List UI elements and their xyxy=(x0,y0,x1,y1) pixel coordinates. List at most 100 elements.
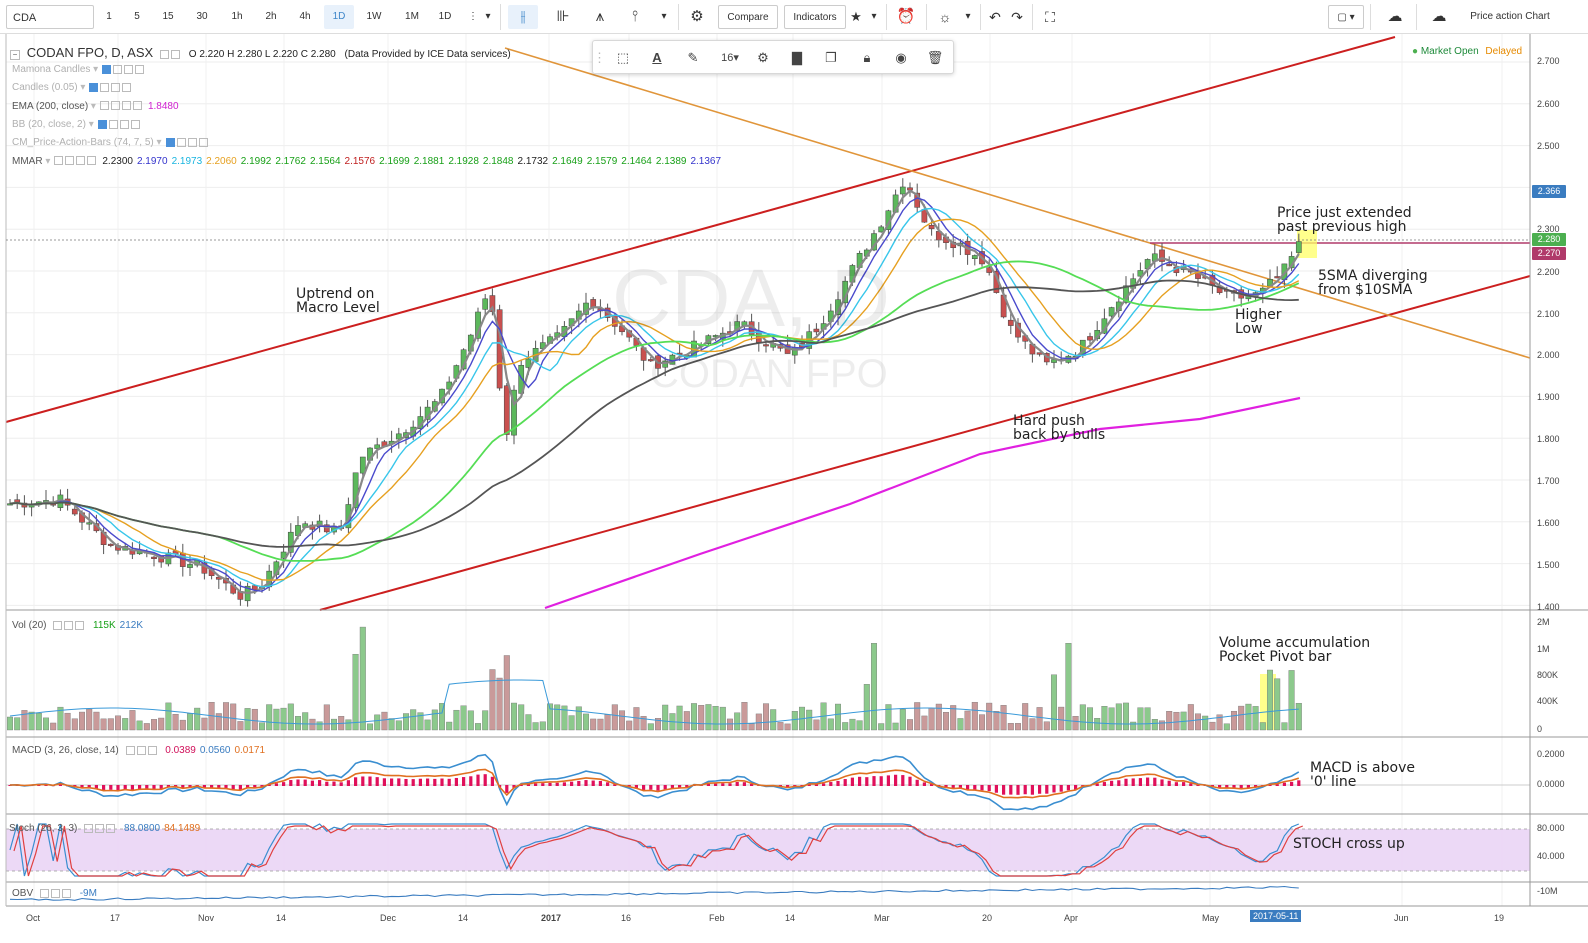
indicators-button[interactable]: Indicators xyxy=(784,5,846,29)
chevron-up-icon[interactable]: − xyxy=(10,50,20,60)
background-icon[interactable]: ▇ xyxy=(783,46,811,70)
indicator-name[interactable]: MMAR xyxy=(12,156,43,167)
font-size-select[interactable]: 16▾ xyxy=(713,46,747,70)
legend-settings-icon[interactable] xyxy=(176,138,186,148)
redo-icon[interactable]: ↷ xyxy=(1006,5,1028,29)
indicator-name[interactable]: Candles (0.05) xyxy=(12,82,78,93)
legend-close-icon[interactable] xyxy=(75,620,85,630)
legend-eye-icon[interactable] xyxy=(53,620,63,630)
legend-eye-icon[interactable] xyxy=(125,745,135,755)
interval-button-1d[interactable]: 1D xyxy=(432,5,458,29)
legend-close-icon[interactable] xyxy=(121,101,131,111)
legend-close-icon[interactable] xyxy=(76,156,86,166)
indicator-legend-row[interactable]: EMA (200, close) ▾ 1.8480 xyxy=(12,101,179,112)
indicator-name[interactable]: EMA (200, close) xyxy=(12,101,88,112)
chevron-down-icon[interactable]: ▾ xyxy=(43,156,50,167)
select-area-icon[interactable]: ⬚ xyxy=(609,46,637,70)
interval-button-5[interactable]: 5 xyxy=(126,5,148,29)
undo-icon[interactable]: ↶ xyxy=(984,5,1006,29)
eye-icon[interactable]: ◉ xyxy=(887,46,915,70)
legend-eye-icon[interactable] xyxy=(84,823,94,833)
legend-settings-icon[interactable] xyxy=(110,101,120,111)
interval-button-15[interactable]: 15 xyxy=(156,5,180,29)
indicator-legend-row[interactable]: BB (20, close, 2) ▾ xyxy=(12,119,142,130)
chevron-down-icon[interactable]: ▾ xyxy=(78,82,85,93)
legend-close-icon[interactable] xyxy=(106,823,116,833)
legend-eye-icon[interactable] xyxy=(102,64,112,74)
interval-button-4h[interactable]: 4h xyxy=(294,5,316,29)
symbol-title[interactable]: CODAN FPO, D, ASX xyxy=(27,45,153,60)
interval-button-30[interactable]: 30 xyxy=(190,5,214,29)
legend-settings-icon[interactable] xyxy=(100,83,110,93)
gear-icon[interactable]: ⚙ xyxy=(749,46,777,70)
indicator-legend-row[interactable]: CM_Price-Action-Bars (74, 7, 5) ▾ xyxy=(12,137,210,148)
pencil-icon[interactable]: ✎ xyxy=(679,46,707,70)
legend-settings-icon[interactable] xyxy=(170,49,180,59)
legend-more-icon[interactable] xyxy=(122,83,132,93)
text-color-icon[interactable]: A xyxy=(643,46,671,70)
interval-button-1d[interactable]: 1D xyxy=(324,5,354,29)
chart-canvas[interactable] xyxy=(0,34,1588,943)
legend-more-icon[interactable] xyxy=(198,138,208,148)
interval-button-1m[interactable]: 1M xyxy=(398,5,426,29)
fullscreen-icon[interactable]: ⛶ xyxy=(1038,5,1062,29)
legend-eye-icon[interactable] xyxy=(39,888,49,898)
legend-close-icon[interactable] xyxy=(187,138,197,148)
legend-more-icon[interactable] xyxy=(132,101,142,111)
drag-handle-icon[interactable]: ⋮ xyxy=(593,46,606,70)
clone-icon[interactable]: ❐ xyxy=(817,46,845,70)
annotation-hard-push[interactable]: Hard push back by bulls xyxy=(1013,414,1105,442)
chevron-down-icon[interactable]: ▾ xyxy=(88,101,96,112)
chevron-down-icon[interactable]: ▾ xyxy=(866,5,882,29)
symbol-search-input[interactable]: CDA xyxy=(6,5,94,29)
legend-eye-icon[interactable] xyxy=(54,156,64,166)
alert-icon[interactable]: ⏰ xyxy=(892,5,920,29)
legend-settings-icon[interactable] xyxy=(64,620,74,630)
lightbulb-icon[interactable]: ☼ xyxy=(932,5,958,29)
annotation-macd[interactable]: MACD is above '0' line xyxy=(1310,761,1415,789)
layout-name-button[interactable]: Price action Chart xyxy=(1462,5,1558,29)
chart-area[interactable]: CDA, D CODAN FPO − CODAN FPO, D, ASX O 2… xyxy=(0,34,1588,943)
compare-button[interactable]: Compare xyxy=(718,5,778,29)
interval-button-1[interactable]: 1 xyxy=(100,5,118,29)
legend-settings-icon[interactable] xyxy=(108,119,118,129)
legend-close-icon[interactable] xyxy=(61,888,71,898)
macd-legend-title[interactable]: MACD (3, 26, close, 14) xyxy=(12,745,119,756)
legend-settings-icon[interactable] xyxy=(65,156,75,166)
legend-eye-icon[interactable] xyxy=(89,83,99,93)
legend-more-icon[interactable] xyxy=(130,119,140,129)
legend-close-icon[interactable] xyxy=(147,745,157,755)
star-icon[interactable]: ★ xyxy=(848,5,864,29)
stoch-legend-title[interactable]: Stoch (26, 3, 3) xyxy=(9,823,77,834)
vol-legend-title[interactable]: Vol (20) xyxy=(12,620,46,631)
interval-button-2h[interactable]: 2h xyxy=(260,5,282,29)
indicator-legend-row[interactable]: MMAR ▾ 2.2300 2.1970 2.1973 2.2060 2.1992 2.17… xyxy=(12,156,721,167)
annotation-higher-low[interactable]: Higher Low xyxy=(1235,308,1282,336)
chevron-down-icon[interactable]: ▾ xyxy=(90,64,98,75)
interval-dropdown-icon[interactable]: ⋮ xyxy=(466,5,480,29)
layout-square-icon[interactable]: ▢ ▾ xyxy=(1328,5,1364,29)
cloud-save-icon[interactable]: ☁ xyxy=(1422,5,1456,29)
indicator-template-icon[interactable]: ⫯ xyxy=(620,5,650,29)
gear-icon[interactable]: ⚙ xyxy=(684,5,710,29)
indicator-name[interactable]: CM_Price-Action-Bars (74, 7, 5) xyxy=(12,137,154,148)
annotation-volume[interactable]: Volume accumulation Pocket Pivot bar xyxy=(1219,636,1370,664)
legend-settings-icon[interactable] xyxy=(113,64,123,74)
legend-close-icon[interactable] xyxy=(124,64,134,74)
legend-settings-icon[interactable] xyxy=(50,888,60,898)
legend-more-icon[interactable] xyxy=(135,64,145,74)
annotation-price-extended[interactable]: Price just extended past previous high xyxy=(1277,206,1412,234)
annotation-uptrend[interactable]: Uptrend on Macro Level xyxy=(296,287,380,315)
chevron-down-icon[interactable]: ▾ xyxy=(655,5,673,29)
legend-more-icon[interactable] xyxy=(87,156,97,166)
chevron-down-icon[interactable]: ▾ xyxy=(481,5,495,29)
chevron-down-icon[interactable]: ▾ xyxy=(960,5,976,29)
indicator-legend-row[interactable]: Mamona Candles ▾ xyxy=(12,64,146,75)
annotation-stoch[interactable]: STOCH cross up xyxy=(1293,837,1405,851)
legend-close-icon[interactable] xyxy=(111,83,121,93)
interval-button-1w[interactable]: 1W xyxy=(360,5,388,29)
chevron-down-icon[interactable]: ▾ xyxy=(86,119,94,130)
interval-button-1h[interactable]: 1h xyxy=(226,5,248,29)
lock-icon[interactable]: 🔒︎ xyxy=(853,46,881,70)
annotation-sma-diverging[interactable]: 5SMA diverging from $10SMA xyxy=(1318,269,1428,297)
